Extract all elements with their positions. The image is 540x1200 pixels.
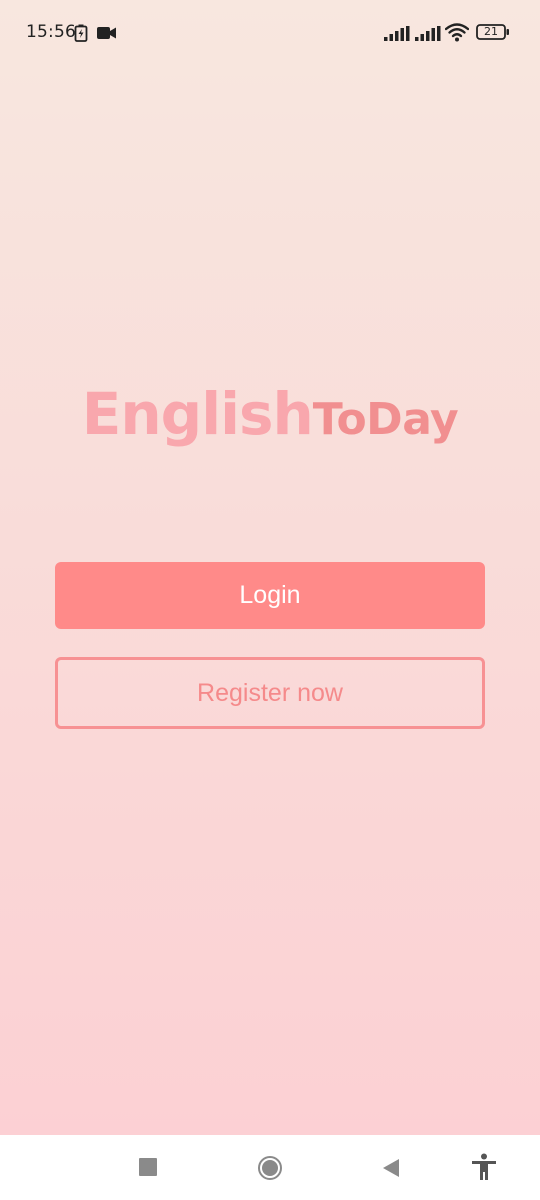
accessibility-icon[interactable]: [471, 1153, 497, 1181]
login-button[interactable]: Login: [55, 562, 485, 629]
signal-icon: [384, 26, 410, 41]
logo-text-english: English: [81, 380, 314, 448]
navigation-bar: [0, 1135, 540, 1200]
recents-icon[interactable]: [139, 1158, 157, 1176]
battery-level: 21: [484, 25, 498, 38]
status-bar: 15:56 21: [0, 0, 540, 66]
wifi-icon: [445, 23, 469, 42]
app-logo: EnglishToDay: [0, 380, 540, 448]
battery-charge-icon: [74, 24, 88, 42]
home-icon[interactable]: [257, 1155, 283, 1181]
camera-icon: [97, 27, 116, 39]
status-time: 15:56: [26, 22, 76, 42]
logo-text-today: ToDay: [312, 394, 459, 445]
back-icon[interactable]: [381, 1158, 401, 1178]
signal-icon: [415, 26, 441, 41]
register-button[interactable]: Register now: [55, 657, 485, 729]
